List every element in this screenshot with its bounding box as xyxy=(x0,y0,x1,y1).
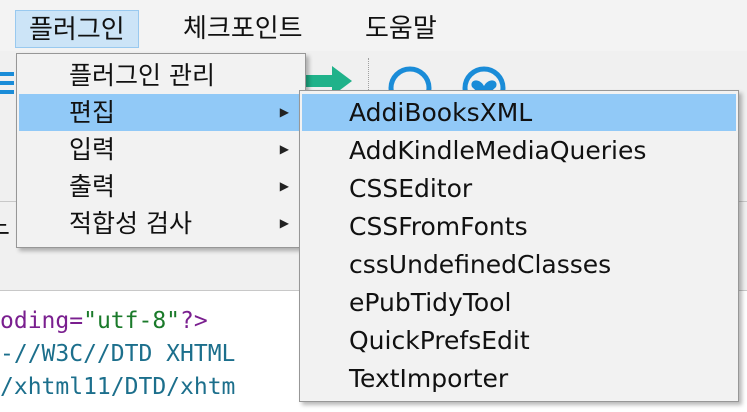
code-attr: oding= xyxy=(0,308,84,334)
menu-plugins[interactable]: 플러그인 xyxy=(15,10,139,48)
submenu-item-cssundefinedclasses[interactable]: cssUndefinedClasses xyxy=(302,246,736,283)
submenu-item-label: cssUndefinedClasses xyxy=(349,250,612,279)
submenu-item-label: AddKindleMediaQueries xyxy=(349,136,647,165)
submenu-arrow-icon: ▶ xyxy=(279,142,289,156)
submenu-item-addkindlemediaqueries[interactable]: AddKindleMediaQueries xyxy=(302,132,736,169)
submenu-item-textimporter[interactable]: TextImporter xyxy=(302,360,736,397)
code-line-2: -//W3C//DTD XHTML xyxy=(0,341,236,367)
list-icon[interactable] xyxy=(0,70,14,96)
edit-submenu: AddiBooksXML AddKindleMediaQueries CSSEd… xyxy=(299,90,739,402)
menu-item-label: 플러그인 관리 xyxy=(69,61,215,90)
code-line-1: oding="utf-8"?> xyxy=(0,308,208,334)
submenu-arrow-icon: ▶ xyxy=(279,179,289,193)
submenu-item-label: CSSEditor xyxy=(349,174,473,203)
menu-checkpoint[interactable]: 체크포인트 xyxy=(170,10,316,48)
submenu-item-quickprefsedit[interactable]: QuickPrefsEdit xyxy=(302,322,736,359)
submenu-item-cssfromfonts[interactable]: CSSFromFonts xyxy=(302,208,736,245)
submenu-item-label: CSSFromFonts xyxy=(349,212,528,241)
code-line-3: /xhtml11/DTD/xhtm xyxy=(0,374,236,400)
menubar: 플러그인 체크포인트 도움말 xyxy=(0,0,747,51)
menu-item-label: 출력 xyxy=(69,172,116,201)
menu-item-output[interactable]: 출력 ▶ xyxy=(19,168,303,205)
code-string: "utf-8" xyxy=(83,308,181,334)
menu-item-input[interactable]: 입력 ▶ xyxy=(19,131,303,168)
submenu-item-addibooksxml[interactable]: AddiBooksXML xyxy=(302,94,736,131)
code-punct: ?> xyxy=(180,308,208,334)
plugins-menu: 플러그인 관리 편집 ▶ 입력 ▶ 출력 ▶ 적합성 검사 ▶ xyxy=(16,53,306,248)
submenu-arrow-icon: ▶ xyxy=(279,105,289,119)
submenu-item-csseditor[interactable]: CSSEditor xyxy=(302,170,736,207)
submenu-item-label: TextImporter xyxy=(349,364,509,393)
menu-item-label: 편집 xyxy=(69,98,116,127)
menu-help[interactable]: 도움말 xyxy=(352,10,450,48)
submenu-item-epubtidytool[interactable]: ePubTidyTool xyxy=(302,284,736,321)
partial-label: 느 xyxy=(0,206,10,243)
submenu-item-label: AddiBooksXML xyxy=(349,98,533,127)
menu-item-edit[interactable]: 편집 ▶ xyxy=(19,94,303,131)
menu-item-manage-plugins[interactable]: 플러그인 관리 xyxy=(19,57,303,94)
submenu-item-label: QuickPrefsEdit xyxy=(349,326,530,355)
menu-item-label: 입력 xyxy=(69,135,116,164)
menu-item-validation[interactable]: 적합성 검사 ▶ xyxy=(19,205,303,242)
menu-item-label: 적합성 검사 xyxy=(69,209,192,238)
submenu-arrow-icon: ▶ xyxy=(279,216,289,230)
submenu-item-label: ePubTidyTool xyxy=(349,288,512,317)
